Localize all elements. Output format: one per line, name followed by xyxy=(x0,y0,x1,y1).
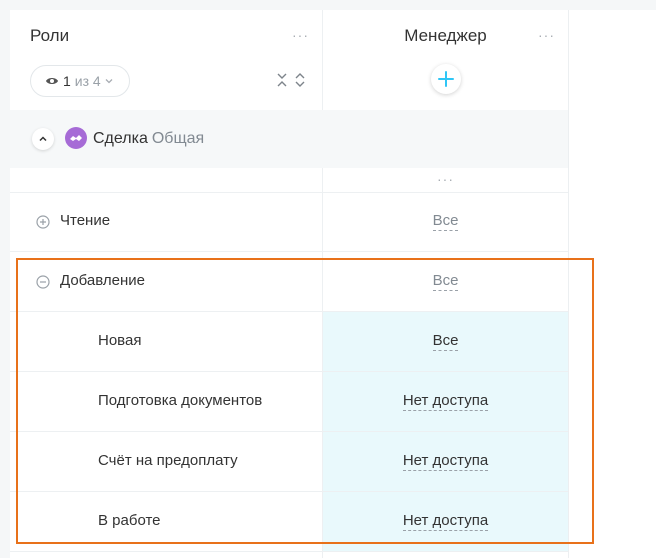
role-filter-dropdown[interactable]: 1 из 4 xyxy=(30,65,130,97)
filter-total: из 4 xyxy=(74,73,101,89)
permission-row-stage-docs: Подготовка документов Нет доступа xyxy=(10,372,568,432)
permission-value-selector[interactable]: Нет доступа xyxy=(402,392,489,411)
permission-value-selector[interactable]: Все xyxy=(432,332,459,351)
permission-value-selector[interactable]: Все xyxy=(432,212,459,231)
expand-plus-icon[interactable] xyxy=(36,215,50,229)
permission-value-selector[interactable]: Все xyxy=(432,272,459,291)
add-role-button[interactable] xyxy=(431,64,461,94)
roles-permissions-panel: Роли ··· 1 из 4 Менеджер ··· Сделка Обща… xyxy=(10,10,568,558)
section-name: Сделка xyxy=(93,130,148,147)
right-background xyxy=(568,10,656,558)
permission-label: Добавление xyxy=(60,272,145,289)
section-subtitle: Общая xyxy=(151,130,205,147)
permission-row-stage-new: Новая Все xyxy=(10,312,568,372)
filter-current: 1 xyxy=(63,73,71,89)
roles-title: Роли xyxy=(30,26,70,45)
collapse-minus-icon[interactable] xyxy=(36,275,50,289)
section-more-row: ··· xyxy=(10,170,568,193)
permission-value-selector[interactable]: Нет доступа xyxy=(402,452,489,471)
section-title: Сделка Общая xyxy=(93,130,204,148)
eye-icon xyxy=(46,78,58,84)
permission-value-cell: Нет доступа xyxy=(323,372,568,431)
permission-label: Подготовка документов xyxy=(98,392,263,409)
collapse-expand-icon[interactable] xyxy=(276,72,308,88)
plus-icon xyxy=(438,71,454,87)
section-collapse-toggle[interactable] xyxy=(32,128,54,150)
permission-value-cell: Нет доступа xyxy=(323,492,568,551)
section-header-deal: Сделка Общая xyxy=(10,110,568,168)
permission-row-stage-invoice: Счёт на предоплату Нет доступа xyxy=(10,432,568,492)
chevron-up-icon xyxy=(39,136,47,142)
manager-column-title: Менеджер xyxy=(404,26,487,45)
permission-value-cell: Нет доступа xyxy=(323,432,568,491)
permission-value-selector[interactable]: Нет доступа xyxy=(402,512,489,531)
permission-row-add: Добавление Все xyxy=(10,252,568,312)
permission-label: Чтение xyxy=(60,212,111,229)
permission-row-read: Чтение Все xyxy=(10,192,568,252)
permission-value-cell: Все xyxy=(323,252,568,311)
manager-menu-button[interactable]: ··· xyxy=(538,28,555,42)
permission-label: В работе xyxy=(98,512,161,529)
roles-menu-button[interactable]: ··· xyxy=(292,28,309,42)
section-more-button[interactable]: ··· xyxy=(437,172,454,186)
permission-row-stage-in-progress: В работе Нет доступа xyxy=(10,492,568,552)
permission-value-cell: Все xyxy=(323,312,568,371)
chevron-down-icon xyxy=(105,79,113,84)
handshake-icon xyxy=(65,127,87,149)
permission-label: Счёт на предоплату xyxy=(98,452,238,469)
permission-label: Новая xyxy=(98,332,142,349)
permission-value-cell: Все xyxy=(323,192,568,251)
